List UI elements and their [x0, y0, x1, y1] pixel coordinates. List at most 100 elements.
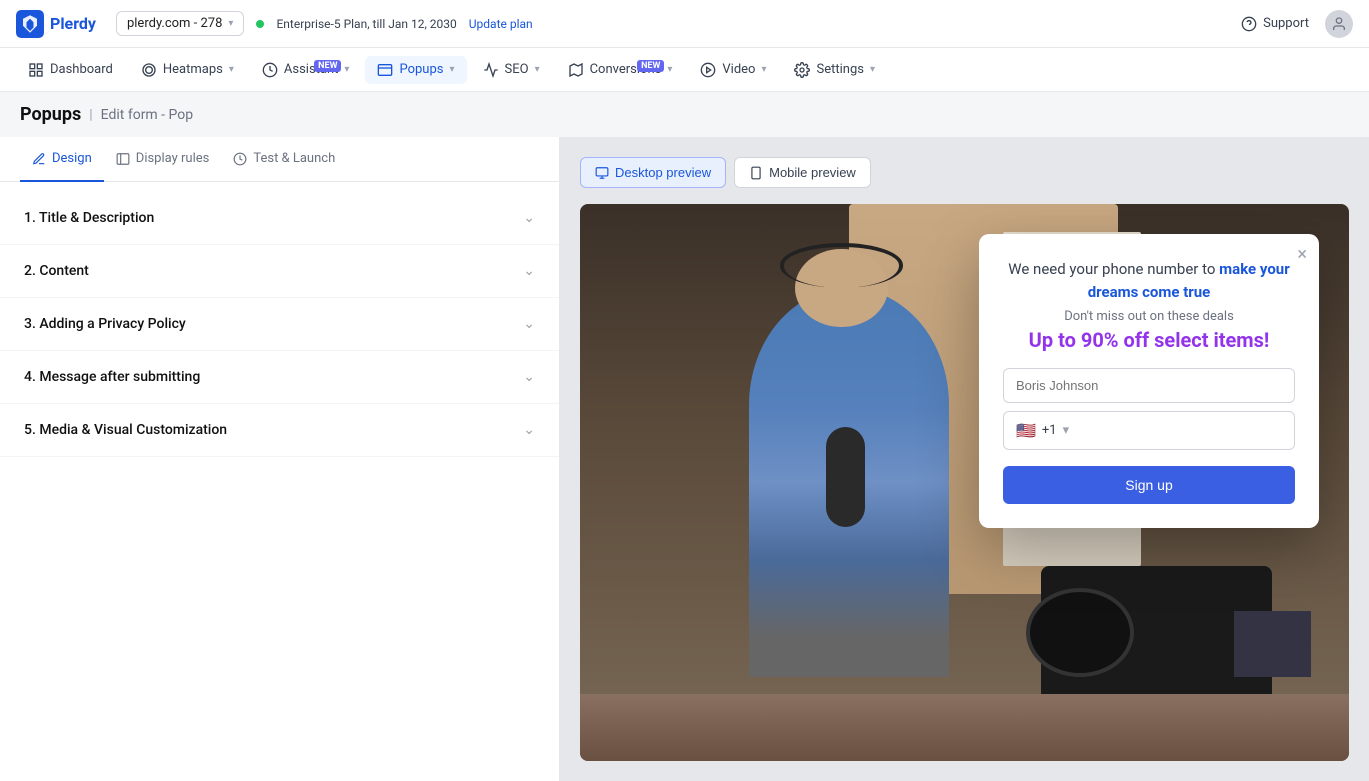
section-title-desc-chevron: ⌄	[523, 210, 535, 226]
popup-close-button[interactable]: ×	[1297, 244, 1307, 265]
assistant-badge: NEW	[314, 60, 341, 72]
assistant-icon	[262, 62, 278, 78]
popup-headline: We need your phone number to make your d…	[1003, 258, 1295, 303]
user-avatar[interactable]	[1325, 10, 1353, 38]
tab-design-label: Design	[52, 151, 92, 166]
desktop-preview-button[interactable]: Desktop preview	[580, 157, 726, 188]
tab-bar: Design Display rules Test & Launch	[0, 137, 559, 182]
nav-label-seo: SEO	[505, 62, 529, 77]
right-panel: Desktop preview Mobile preview	[560, 137, 1369, 781]
headphones	[780, 243, 903, 288]
conversions-icon	[568, 62, 584, 78]
seo-icon	[483, 62, 499, 78]
nav-item-settings[interactable]: Settings ▾	[782, 56, 887, 84]
nav-item-seo[interactable]: SEO ▾	[471, 56, 552, 84]
left-panel: Design Display rules Test & Launch 1. Ti…	[0, 137, 560, 781]
popup-phone-chevron: ▾	[1063, 423, 1070, 438]
tab-design[interactable]: Design	[20, 137, 104, 182]
assistant-chevron: ▾	[344, 64, 349, 75]
popup-flag: 🇺🇸	[1016, 421, 1036, 440]
section-media-visual-chevron: ⌄	[523, 422, 535, 438]
section-media-visual[interactable]: 5. Media & Visual Customization ⌄	[0, 404, 559, 457]
desktop-icon	[595, 166, 609, 180]
nav-item-video[interactable]: Video ▾	[688, 56, 778, 84]
video-icon	[700, 62, 716, 78]
heatmaps-icon	[141, 62, 157, 78]
nav-item-conversions[interactable]: NEW Conversions ▾	[556, 56, 685, 84]
section-title-desc-label: 1. Title & Description	[24, 210, 154, 226]
desk-surface	[580, 694, 1349, 761]
popup-name-input[interactable]	[1003, 368, 1295, 403]
tab-display-rules[interactable]: Display rules	[104, 137, 222, 182]
section-title-desc[interactable]: 1. Title & Description ⌄	[0, 192, 559, 245]
nav-label-dashboard: Dashboard	[50, 62, 113, 77]
microphone	[826, 427, 864, 527]
section-message-after[interactable]: 4. Message after submitting ⌄	[0, 351, 559, 404]
popup-subhead: Don't miss out on these deals	[1003, 309, 1295, 324]
popup-phone-prefix: +1	[1042, 423, 1057, 438]
tab-display-rules-label: Display rules	[136, 151, 210, 166]
nav-label-video: Video	[722, 62, 755, 77]
topbar-right: Support	[1241, 10, 1353, 38]
popup-phone-row: 🇺🇸 +1 ▾	[1003, 411, 1295, 450]
popup-discount: Up to 90% off select items!	[1003, 328, 1295, 352]
nav-label-settings: Settings	[816, 62, 863, 77]
section-media-visual-label: 5. Media & Visual Customization	[24, 422, 227, 438]
mobile-preview-button[interactable]: Mobile preview	[734, 157, 871, 188]
display-rules-tab-icon	[116, 152, 130, 166]
nav-label-heatmaps: Heatmaps	[163, 62, 223, 77]
breadcrumb-main: Popups	[20, 104, 81, 125]
popup-signup-button[interactable]: Sign up	[1003, 466, 1295, 504]
mobile-preview-label: Mobile preview	[769, 165, 856, 180]
desktop-preview-label: Desktop preview	[615, 165, 711, 180]
plan-info: Enterprise-5 Plan, till Jan 12, 2030	[276, 17, 456, 31]
conversions-chevron: ▾	[667, 64, 672, 75]
preview-area: × We need your phone number to make your…	[580, 204, 1349, 761]
sections-list: 1. Title & Description ⌄ 2. Content ⌄ 3.…	[0, 182, 559, 781]
popups-icon	[377, 62, 393, 78]
popups-chevron: ▾	[449, 64, 454, 75]
section-message-after-chevron: ⌄	[523, 369, 535, 385]
section-privacy-label: 3. Adding a Privacy Policy	[24, 316, 186, 332]
test-launch-tab-icon	[233, 152, 247, 166]
nav-item-heatmaps[interactable]: Heatmaps ▾	[129, 56, 246, 84]
logo[interactable]: Plerdy	[16, 10, 96, 38]
heatmaps-chevron: ▾	[229, 64, 234, 75]
section-privacy-chevron: ⌄	[523, 316, 535, 332]
nav-item-dashboard[interactable]: Dashboard	[16, 56, 125, 84]
navbar: Dashboard Heatmaps ▾ NEW Assistant ▾ Pop…	[0, 48, 1369, 92]
breadcrumb-separator: |	[89, 107, 92, 123]
popup-modal: × We need your phone number to make your…	[979, 234, 1319, 528]
update-plan-link[interactable]: Update plan	[469, 17, 533, 31]
settings-chevron: ▾	[870, 64, 875, 75]
dashboard-icon	[28, 62, 44, 78]
conversions-badge: NEW	[637, 60, 664, 72]
plan-status-dot	[256, 20, 264, 28]
video-chevron: ▾	[761, 64, 766, 75]
nav-item-popups[interactable]: Popups ▾	[365, 56, 466, 84]
seo-chevron: ▾	[535, 64, 540, 75]
tab-test-launch[interactable]: Test & Launch	[221, 137, 347, 182]
support-button[interactable]: Support	[1241, 16, 1309, 32]
section-content-label: 2. Content	[24, 263, 89, 279]
topbar: Plerdy plerdy.com - 278 ▾ Enterprise-5 P…	[0, 0, 1369, 48]
camera-lens	[1026, 588, 1134, 677]
breadcrumb-sub: Edit form - Pop	[101, 107, 193, 123]
design-tab-icon	[32, 152, 46, 166]
nav-item-assistant[interactable]: NEW Assistant ▾	[250, 56, 362, 84]
support-label: Support	[1263, 16, 1309, 31]
mobile-icon	[749, 166, 763, 180]
site-selector-chevron: ▾	[228, 18, 233, 29]
popup-headline-pre: We need your phone number to	[1008, 260, 1215, 278]
breadcrumb: Popups | Edit form - Pop	[0, 92, 1369, 137]
tab-test-launch-label: Test & Launch	[253, 151, 335, 166]
section-privacy[interactable]: 3. Adding a Privacy Policy ⌄	[0, 298, 559, 351]
site-selector[interactable]: plerdy.com - 278 ▾	[116, 11, 244, 36]
settings-icon	[794, 62, 810, 78]
section-message-after-label: 4. Message after submitting	[24, 369, 200, 385]
main-content: Design Display rules Test & Launch 1. Ti…	[0, 137, 1369, 781]
preview-toolbar: Desktop preview Mobile preview	[580, 157, 1349, 188]
camera-screen	[1234, 611, 1311, 678]
section-content-chevron: ⌄	[523, 263, 535, 279]
section-content[interactable]: 2. Content ⌄	[0, 245, 559, 298]
